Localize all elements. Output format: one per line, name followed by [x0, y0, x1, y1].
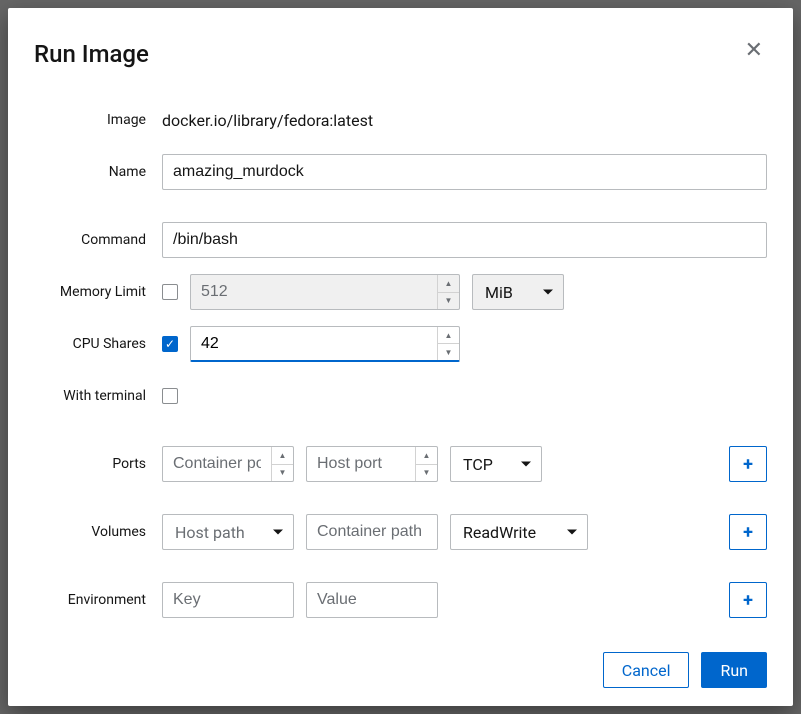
label-image: Image	[34, 112, 162, 128]
memory-spin-down[interactable]: ▼	[438, 293, 459, 310]
spin-up-icon[interactable]: ▲	[272, 447, 293, 465]
memory-spin-up[interactable]: ▲	[438, 275, 459, 293]
form: Image docker.io/library/fedora:latest Na…	[34, 102, 767, 634]
add-volume-button[interactable]: +	[729, 514, 767, 550]
row-command: Command	[34, 222, 767, 258]
caret-down-icon	[273, 530, 283, 535]
caret-down-icon	[521, 462, 531, 467]
label-command: Command	[34, 232, 162, 248]
host-port-spinner[interactable]: ▲ ▼	[306, 446, 438, 482]
memory-unit-value: MiB	[485, 283, 513, 302]
cpu-spin-down[interactable]: ▼	[438, 344, 459, 360]
label-cpu: CPU Shares	[34, 336, 162, 352]
label-environment: Environment	[34, 592, 162, 608]
dialog-header: Run Image ✕	[34, 40, 767, 68]
row-environment: Environment +	[34, 582, 767, 618]
env-key-input[interactable]	[162, 582, 294, 618]
plus-icon: +	[743, 454, 753, 475]
run-button[interactable]: Run	[701, 652, 767, 688]
spin-up-icon[interactable]: ▲	[416, 447, 437, 465]
env-value-input[interactable]	[306, 582, 438, 618]
row-name: Name	[34, 154, 767, 190]
container-path-input[interactable]	[306, 514, 438, 550]
cpu-spinner[interactable]: ▲ ▼	[190, 326, 460, 362]
row-volumes: Volumes Host path ReadWrite +	[34, 514, 767, 550]
cpu-spin-up[interactable]: ▲	[438, 327, 459, 344]
plus-icon: +	[743, 590, 753, 611]
label-name: Name	[34, 164, 162, 180]
memory-spin-buttons: ▲ ▼	[437, 275, 459, 309]
memory-checkbox[interactable]	[162, 284, 178, 300]
run-image-dialog: Run Image ✕ Image docker.io/library/fedo…	[8, 8, 793, 706]
memory-spinner[interactable]: ▲ ▼	[190, 274, 460, 310]
terminal-checkbox[interactable]	[162, 388, 178, 404]
cancel-button[interactable]: Cancel	[603, 652, 690, 688]
command-input[interactable]	[162, 222, 767, 258]
row-cpu: CPU Shares ▲ ▼	[34, 326, 767, 362]
spin-down-icon[interactable]: ▼	[416, 465, 437, 482]
label-ports: Ports	[34, 456, 162, 472]
spin-down-icon[interactable]: ▼	[272, 465, 293, 482]
volume-mode-value: ReadWrite	[463, 523, 536, 542]
caret-down-icon	[543, 290, 553, 295]
host-path-placeholder: Host path	[175, 523, 245, 542]
cpu-spin-buttons: ▲ ▼	[437, 327, 459, 360]
protocol-select[interactable]: TCP	[450, 446, 542, 482]
label-memory: Memory Limit	[34, 284, 162, 300]
label-volumes: Volumes	[34, 524, 162, 540]
row-image: Image docker.io/library/fedora:latest	[34, 102, 767, 138]
memory-unit-select[interactable]: MiB	[472, 274, 564, 310]
container-port-spinner[interactable]: ▲ ▼	[162, 446, 294, 482]
close-icon[interactable]: ✕	[741, 40, 767, 62]
add-env-button[interactable]: +	[729, 582, 767, 618]
add-port-button[interactable]: +	[729, 446, 767, 482]
row-terminal: With terminal	[34, 378, 767, 414]
host-path-select[interactable]: Host path	[162, 514, 294, 550]
plus-icon: +	[743, 522, 753, 543]
cpu-input[interactable]	[191, 327, 437, 360]
label-terminal: With terminal	[34, 388, 162, 404]
host-port-spin-buttons: ▲ ▼	[415, 447, 437, 481]
dialog-footer: Cancel Run	[34, 652, 767, 688]
image-value: docker.io/library/fedora:latest	[162, 107, 373, 134]
host-port-input[interactable]	[307, 447, 415, 481]
row-memory: Memory Limit ▲ ▼ MiB	[34, 274, 767, 310]
caret-down-icon	[567, 530, 577, 535]
volume-mode-select[interactable]: ReadWrite	[450, 514, 588, 550]
protocol-value: TCP	[463, 455, 493, 474]
container-port-spin-buttons: ▲ ▼	[271, 447, 293, 481]
dialog-title: Run Image	[34, 40, 149, 68]
memory-input	[191, 275, 437, 309]
cpu-checkbox[interactable]	[162, 336, 178, 352]
name-input[interactable]	[162, 154, 767, 190]
row-ports: Ports ▲ ▼ ▲ ▼	[34, 446, 767, 482]
container-port-input[interactable]	[163, 447, 271, 481]
